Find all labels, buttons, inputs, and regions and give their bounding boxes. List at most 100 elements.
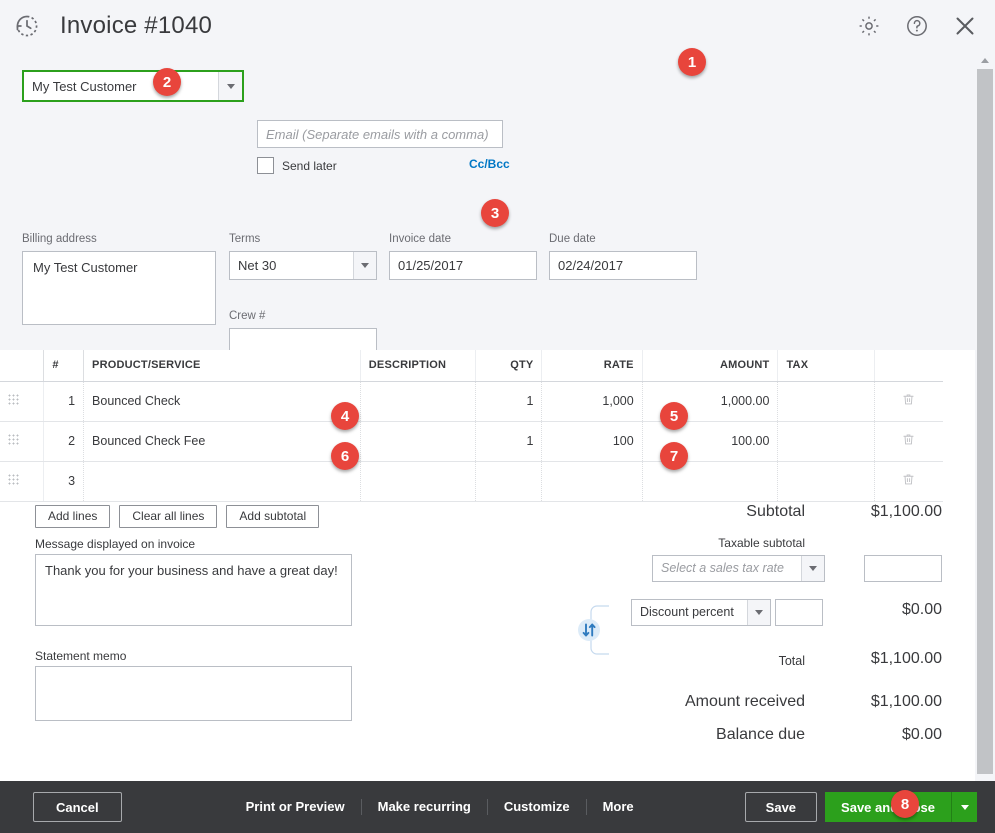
line-items-section: # PRODUCT/SERVICE DESCRIPTION QTY RATE A… (0, 350, 995, 502)
statement-memo-textarea[interactable] (35, 665, 352, 721)
tax-amount-input[interactable] (864, 554, 942, 582)
row-drag-handle[interactable] (0, 381, 45, 422)
chevron-down-icon (755, 609, 763, 615)
send-later-row[interactable]: Send later (257, 157, 337, 174)
col-amount: AMOUNT (642, 350, 779, 382)
bottom-bar-save-actions: Save Save and close (744, 792, 977, 822)
row-product-service[interactable]: Bounced Check Fee (83, 421, 361, 462)
table-row[interactable]: 2 Bounced Check Fee 1 100 100.00 (0, 421, 943, 462)
row-tax[interactable] (777, 421, 875, 462)
row-qty[interactable]: 1 (475, 381, 543, 422)
annotation-badge-4: 4 (331, 402, 359, 430)
invoice-message-label: Message displayed on invoice (35, 536, 196, 551)
annotation-badge-6: 6 (331, 442, 359, 470)
gear-icon[interactable] (857, 14, 881, 38)
billing-address-label: Billing address (22, 233, 97, 245)
table-header-row: # PRODUCT/SERVICE DESCRIPTION QTY RATE A… (0, 350, 943, 382)
terms-dropdown-button[interactable] (353, 252, 376, 279)
row-qty[interactable]: 1 (475, 421, 543, 462)
drag-handle-icon (8, 474, 19, 485)
row-product-service[interactable]: Bounced Check (83, 381, 361, 422)
swap-tax-discount-order-button[interactable] (577, 602, 611, 663)
discount-type-value: Discount percent (640, 605, 734, 619)
invoice-date-input[interactable]: 01/25/2017 (389, 251, 537, 280)
row-rate[interactable] (541, 461, 643, 502)
clear-all-lines-button[interactable]: Clear all lines (119, 504, 218, 528)
scroll-up-button[interactable] (975, 52, 995, 69)
sales-tax-rate-dropdown-button[interactable] (801, 555, 824, 581)
due-date-input[interactable]: 02/24/2017 (549, 251, 697, 280)
terms-value: Net 30 (238, 258, 277, 273)
trash-icon (902, 394, 915, 410)
save-and-close-button[interactable]: Save and close (825, 792, 951, 822)
annotation-badge-1: 1 (678, 48, 706, 76)
billing-address-input[interactable]: My Test Customer (22, 251, 216, 325)
row-drag-handle[interactable] (0, 421, 45, 462)
row-qty[interactable] (475, 461, 543, 502)
recent-transactions-icon[interactable] (14, 13, 40, 39)
annotation-badge-5: 5 (660, 402, 688, 430)
save-and-close-dropdown-button[interactable] (951, 792, 977, 822)
row-number: 3 (43, 461, 85, 502)
row-drag-handle[interactable] (0, 461, 45, 502)
row-number: 1 (43, 381, 85, 422)
line-items-header: # PRODUCT/SERVICE DESCRIPTION QTY RATE A… (0, 350, 943, 382)
bottom-action-bar: Cancel Print or Preview Make recurring C… (0, 781, 995, 833)
row-tax[interactable] (777, 461, 875, 502)
print-or-preview-link[interactable]: Print or Preview (230, 799, 362, 815)
discount-type-combobox[interactable]: Discount percent (631, 598, 771, 626)
row-product-service[interactable] (83, 461, 361, 502)
row-delete-button[interactable] (874, 381, 943, 422)
col-handle (0, 350, 45, 382)
statement-memo-label: Statement memo (35, 648, 127, 663)
chevron-down-icon (809, 565, 817, 571)
annotation-badge-8: 8 (891, 790, 919, 818)
email-input[interactable]: Email (Separate emails with a comma) (257, 120, 503, 148)
send-later-checkbox[interactable] (257, 157, 274, 174)
customer-combobox[interactable]: My Test Customer (22, 70, 244, 102)
trash-icon (902, 434, 915, 450)
trash-icon (902, 474, 915, 490)
row-description[interactable] (360, 381, 476, 422)
table-row[interactable]: 3 (0, 461, 943, 502)
scrollbar-thumb[interactable] (977, 69, 993, 774)
add-lines-button[interactable]: Add lines (35, 504, 111, 528)
terms-combobox[interactable]: Net 30 (229, 251, 377, 280)
line-action-buttons: Add lines Clear all lines Add subtotal (35, 504, 320, 528)
row-amount[interactable] (642, 461, 779, 502)
invoice-message-textarea[interactable]: Thank you for your business and have a g… (35, 553, 352, 626)
sales-tax-rate-combobox[interactable]: Select a sales tax rate (652, 554, 825, 582)
line-items-body: 1 Bounced Check 1 1,000 1,000.00 2 Bounc… (0, 381, 943, 502)
amount-received-label: Amount received (684, 692, 805, 710)
col-tax: TAX (777, 350, 875, 382)
row-description[interactable] (360, 421, 476, 462)
row-rate[interactable]: 1,000 (541, 381, 643, 422)
customize-link[interactable]: Customize (488, 799, 587, 815)
make-recurring-link[interactable]: Make recurring (362, 799, 488, 815)
total-value: $1,100.00 (870, 649, 942, 667)
discount-type-dropdown-button[interactable] (747, 599, 770, 625)
help-icon[interactable] (905, 14, 929, 38)
discount-amount-value: $0.00 (901, 600, 942, 618)
chevron-down-icon (226, 83, 235, 89)
cancel-button[interactable]: Cancel (33, 792, 122, 822)
customer-input[interactable]: My Test Customer (24, 79, 218, 94)
col-product-service: PRODUCT/SERVICE (83, 350, 361, 382)
row-rate[interactable]: 100 (541, 421, 643, 462)
row-delete-button[interactable] (874, 461, 943, 502)
row-delete-button[interactable] (874, 421, 943, 462)
close-icon[interactable] (953, 14, 977, 38)
table-row[interactable]: 1 Bounced Check 1 1,000 1,000.00 (0, 381, 943, 422)
add-subtotal-button[interactable]: Add subtotal (226, 504, 320, 528)
row-description[interactable] (360, 461, 476, 502)
vertical-scrollbar[interactable] (975, 52, 995, 781)
cc-bcc-link[interactable]: Cc/Bcc (469, 157, 510, 171)
annotation-badge-7: 7 (660, 442, 688, 470)
row-tax[interactable] (777, 381, 875, 422)
customer-dropdown-button[interactable] (218, 72, 242, 100)
col-rate: RATE (541, 350, 643, 382)
more-link[interactable]: More (587, 799, 650, 815)
scroll-up-arrow-icon (981, 58, 989, 63)
save-button[interactable]: Save (744, 792, 818, 822)
subtotal-label: Subtotal (746, 502, 805, 520)
